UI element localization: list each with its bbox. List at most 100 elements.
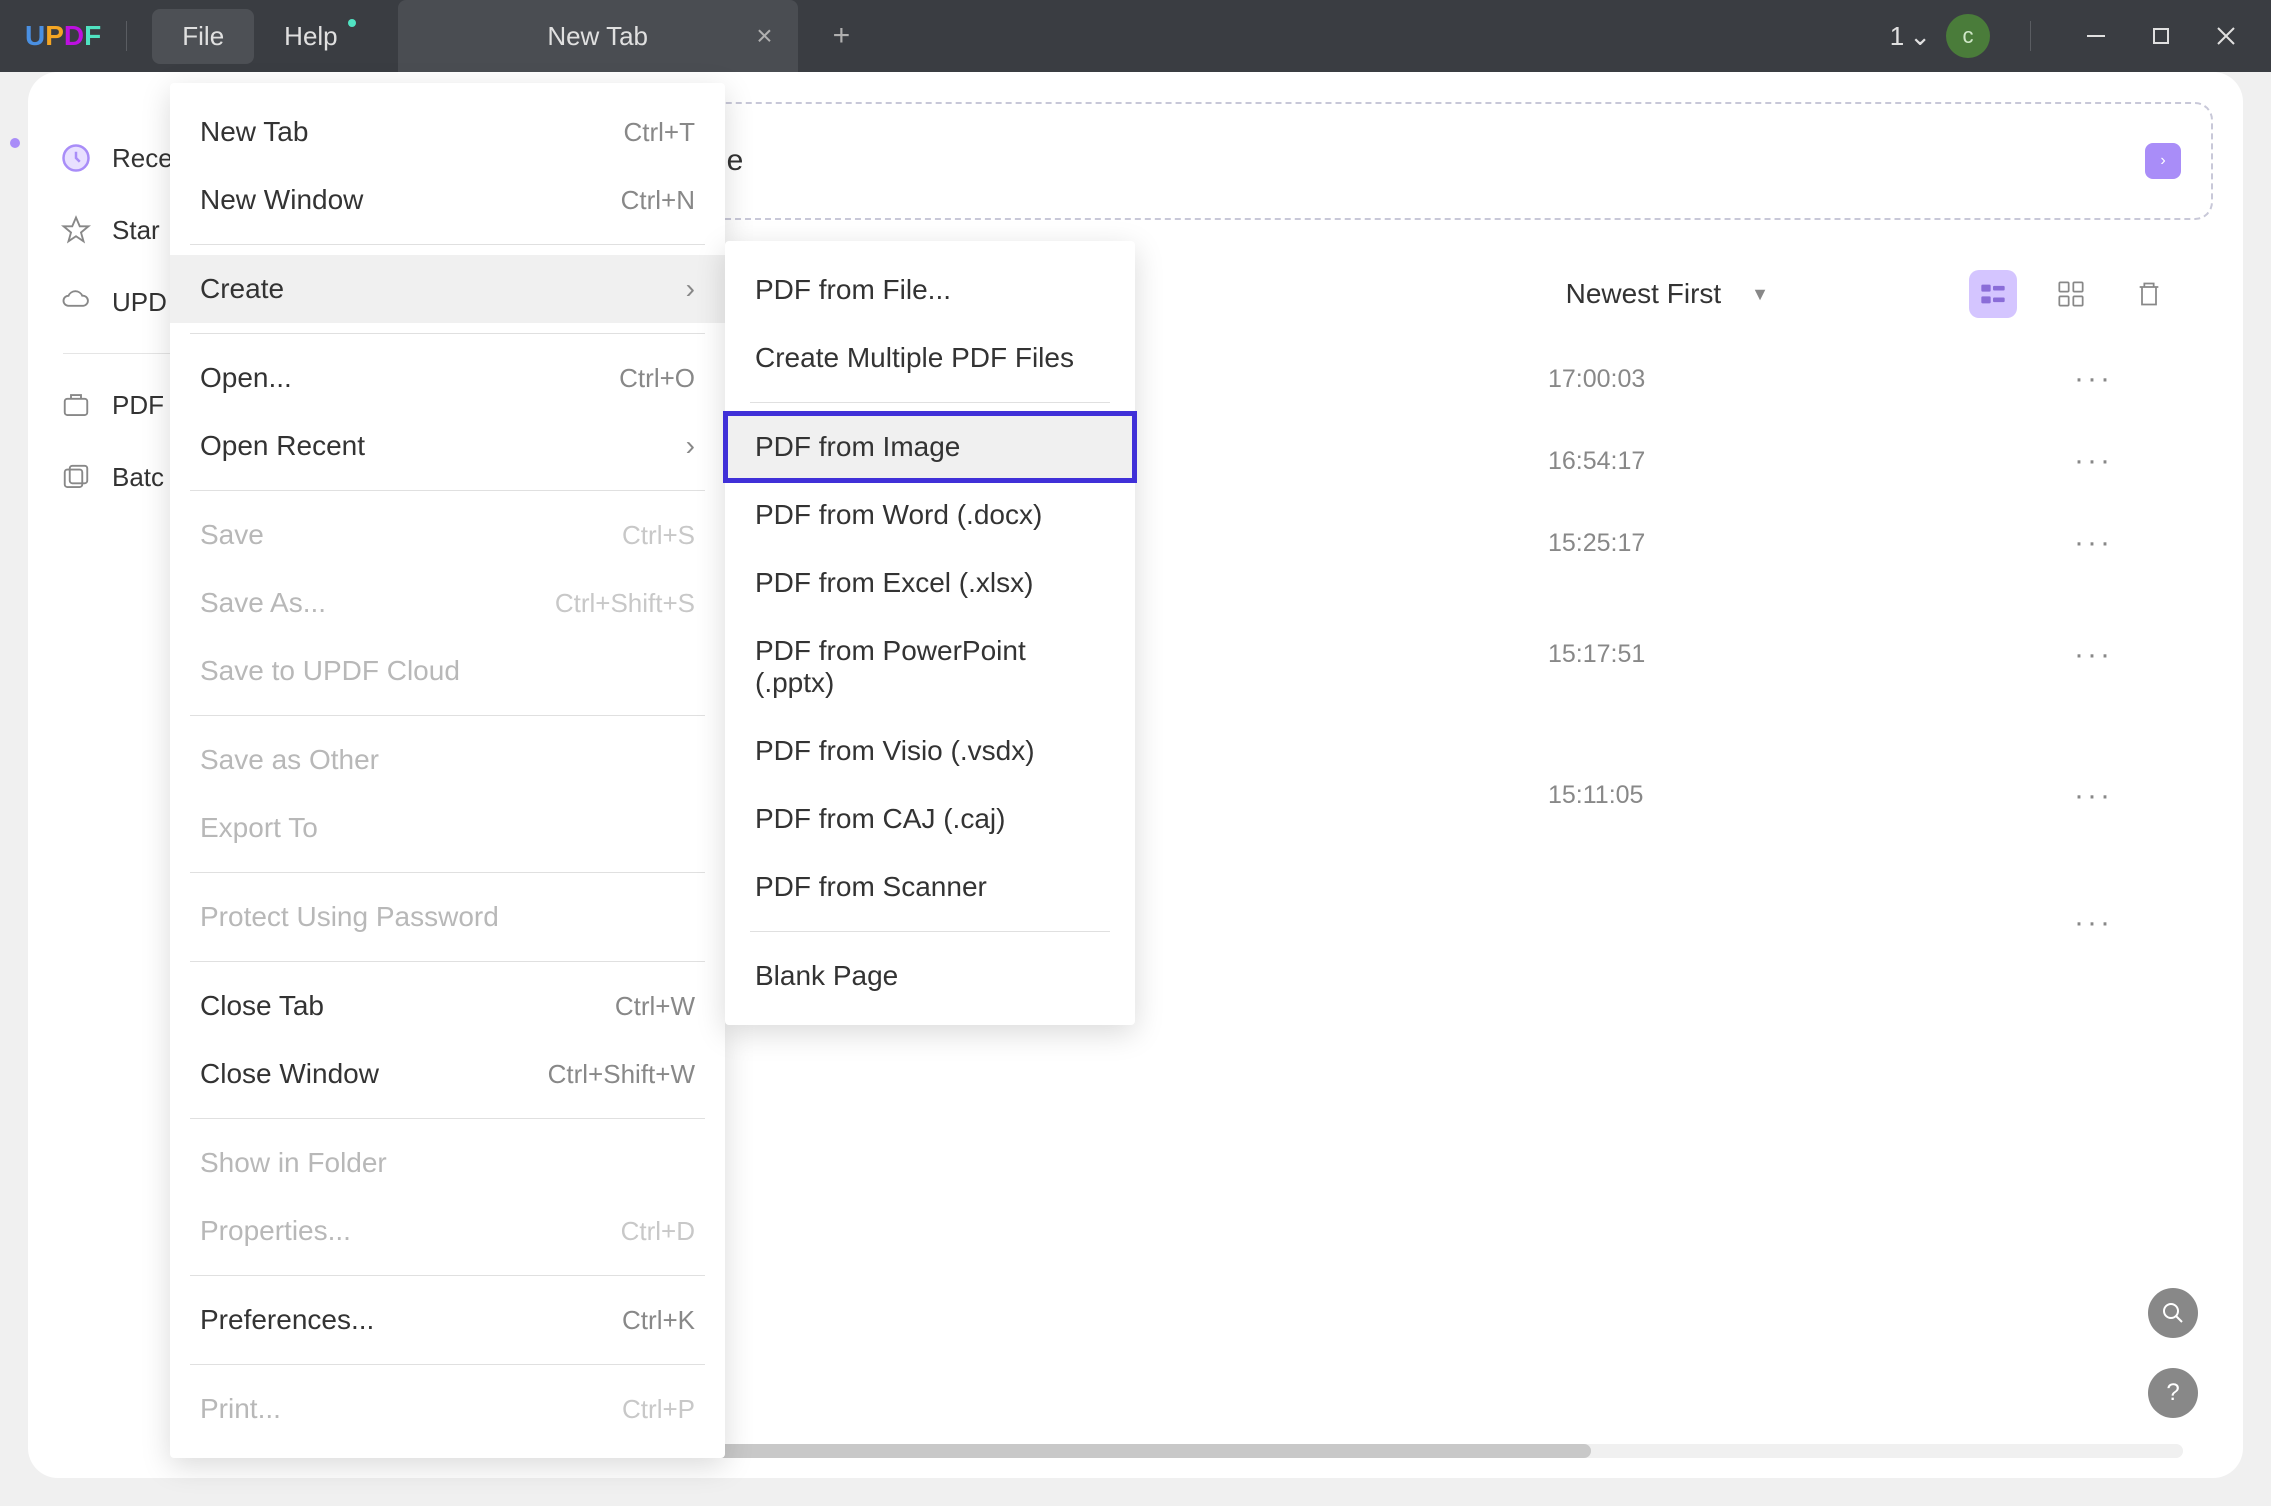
menu-shortcut: Ctrl+T — [624, 117, 696, 148]
menu-label: Show in Folder — [200, 1147, 387, 1179]
tab[interactable]: New Tab × — [398, 0, 798, 72]
stack-icon — [58, 459, 94, 495]
submenu-item[interactable]: Blank Page — [725, 942, 1135, 1010]
file-dropdown-menu: New TabCtrl+TNew WindowCtrl+NCreate›Open… — [170, 83, 725, 1458]
menu-item: Properties...Ctrl+D — [170, 1197, 725, 1265]
menu-label: Close Tab — [200, 990, 324, 1022]
menu-divider — [190, 961, 705, 962]
new-tab-button[interactable]: + — [818, 14, 866, 58]
menu-shortcut: Ctrl+P — [622, 1394, 695, 1425]
menu-item: Save As...Ctrl+Shift+S — [170, 569, 725, 637]
grid-view-button[interactable] — [2047, 270, 2095, 318]
menu-divider — [190, 715, 705, 716]
submenu-item[interactable]: PDF from CAJ (.caj) — [725, 785, 1135, 853]
tab-title: New Tab — [547, 21, 648, 52]
app-logo: UPDF — [25, 20, 101, 52]
menu-item[interactable]: Create › — [170, 255, 725, 323]
menu-item[interactable]: Close WindowCtrl+Shift+W — [170, 1040, 725, 1108]
menu-shortcut: Ctrl+Shift+W — [548, 1059, 695, 1090]
close-icon[interactable]: × — [756, 20, 772, 52]
maximize-button[interactable] — [2136, 16, 2186, 56]
submenu-item[interactable]: PDF from Word (.docx) — [725, 481, 1135, 549]
more-options-button[interactable]: ··· — [2074, 362, 2113, 396]
more-options-button[interactable]: ··· — [2074, 638, 2113, 672]
sidebar-label: UPD — [112, 287, 167, 318]
tab-count-dropdown[interactable]: 1 ⌄ — [1890, 21, 1931, 52]
menu-item: Save Ctrl+S — [170, 501, 725, 569]
submenu-item[interactable]: Create Multiple PDF Files — [725, 324, 1135, 392]
notification-dot-icon — [348, 19, 356, 27]
menu-item: Save to UPDF Cloud — [170, 637, 725, 705]
menu-label: Properties... — [200, 1215, 351, 1247]
menu-item: Protect Using Password — [170, 883, 725, 951]
dropdown-arrow-icon: ▼ — [1751, 284, 1769, 305]
menu-shortcut: Ctrl+O — [619, 363, 695, 394]
submenu-item[interactable]: PDF from Scanner — [725, 853, 1135, 921]
menu-item: Export To — [170, 794, 725, 862]
help-menu-button[interactable]: Help — [254, 9, 367, 64]
titlebar: UPDF File Help New Tab × + 1 ⌄ c — [0, 0, 2271, 72]
file-timestamp: 15:25:17 — [1548, 529, 1645, 558]
more-options-button[interactable]: ··· — [2074, 526, 2113, 560]
menu-label: Save as Other — [200, 744, 379, 776]
submenu-item[interactable]: PDF from File... — [725, 256, 1135, 324]
menu-divider — [190, 244, 705, 245]
chevron-down-icon: ⌄ — [1909, 21, 1931, 52]
menu-item: Save as Other — [170, 726, 725, 794]
list-view-button[interactable] — [1969, 270, 2017, 318]
submenu-item[interactable]: PDF from Visio (.vsdx) — [725, 717, 1135, 785]
menu-item: Show in Folder — [170, 1129, 725, 1197]
menu-divider — [750, 931, 1110, 932]
menu-label: Export To — [200, 812, 318, 844]
menu-item[interactable]: New WindowCtrl+N — [170, 166, 725, 234]
menu-item[interactable]: Open Recent › — [170, 412, 725, 480]
briefcase-icon — [58, 387, 94, 423]
menu-divider — [190, 872, 705, 873]
menu-item[interactable]: Preferences...Ctrl+K — [170, 1286, 725, 1354]
menu-shortcut: Ctrl+K — [622, 1305, 695, 1336]
user-avatar[interactable]: c — [1946, 14, 1990, 58]
sidebar-label: PDF — [112, 390, 164, 421]
menu-item[interactable]: Close TabCtrl+W — [170, 972, 725, 1040]
menu-divider — [190, 490, 705, 491]
menu-divider — [190, 333, 705, 334]
menu-divider — [750, 402, 1110, 403]
chevron-right-icon: › — [686, 430, 695, 462]
search-float-button[interactable] — [2148, 1288, 2198, 1338]
chevron-right-icon[interactable]: › — [2145, 143, 2181, 179]
menu-shortcut: Ctrl+Shift+S — [555, 588, 695, 619]
submenu-item[interactable]: PDF from PowerPoint (.pptx) — [725, 617, 1135, 717]
menu-label: Save — [200, 519, 264, 551]
menu-label: New Window — [200, 184, 363, 216]
file-timestamp: 16:54:17 — [1548, 447, 1645, 476]
menu-label: Protect Using Password — [200, 901, 499, 933]
menu-shortcut: Ctrl+S — [622, 520, 695, 551]
help-float-button[interactable]: ? — [2148, 1368, 2198, 1418]
create-submenu: PDF from File...Create Multiple PDF File… — [725, 241, 1135, 1025]
menu-item[interactable]: Open...Ctrl+O — [170, 344, 725, 412]
side-indicator-icon — [10, 138, 20, 148]
menu-label: New Tab — [200, 116, 308, 148]
menu-label: Create — [200, 273, 284, 305]
more-options-button[interactable]: ··· — [2074, 906, 2113, 940]
delete-button[interactable] — [2125, 270, 2173, 318]
file-menu-button[interactable]: File — [152, 9, 254, 64]
submenu-item[interactable]: PDF from Excel (.xlsx) — [725, 549, 1135, 617]
minimize-button[interactable] — [2071, 16, 2121, 56]
menu-divider — [190, 1364, 705, 1365]
clock-icon — [58, 140, 94, 176]
sort-dropdown[interactable]: Newest First ▼ — [1566, 278, 1769, 310]
submenu-item[interactable]: PDF from Image — [725, 413, 1135, 481]
close-window-button[interactable] — [2201, 16, 2251, 56]
menu-label: Open Recent — [200, 430, 365, 462]
menu-label: Save to UPDF Cloud — [200, 655, 460, 687]
more-options-button[interactable]: ··· — [2074, 444, 2113, 478]
menu-divider — [190, 1275, 705, 1276]
more-options-button[interactable]: ··· — [2074, 779, 2113, 813]
chevron-right-icon: › — [686, 273, 695, 305]
file-timestamp: 15:11:05 — [1548, 781, 1643, 810]
menu-item[interactable]: New Tab Ctrl+T — [170, 98, 725, 166]
menu-label: Print... — [200, 1393, 281, 1425]
cloud-icon — [58, 284, 94, 320]
divider — [2030, 21, 2031, 51]
